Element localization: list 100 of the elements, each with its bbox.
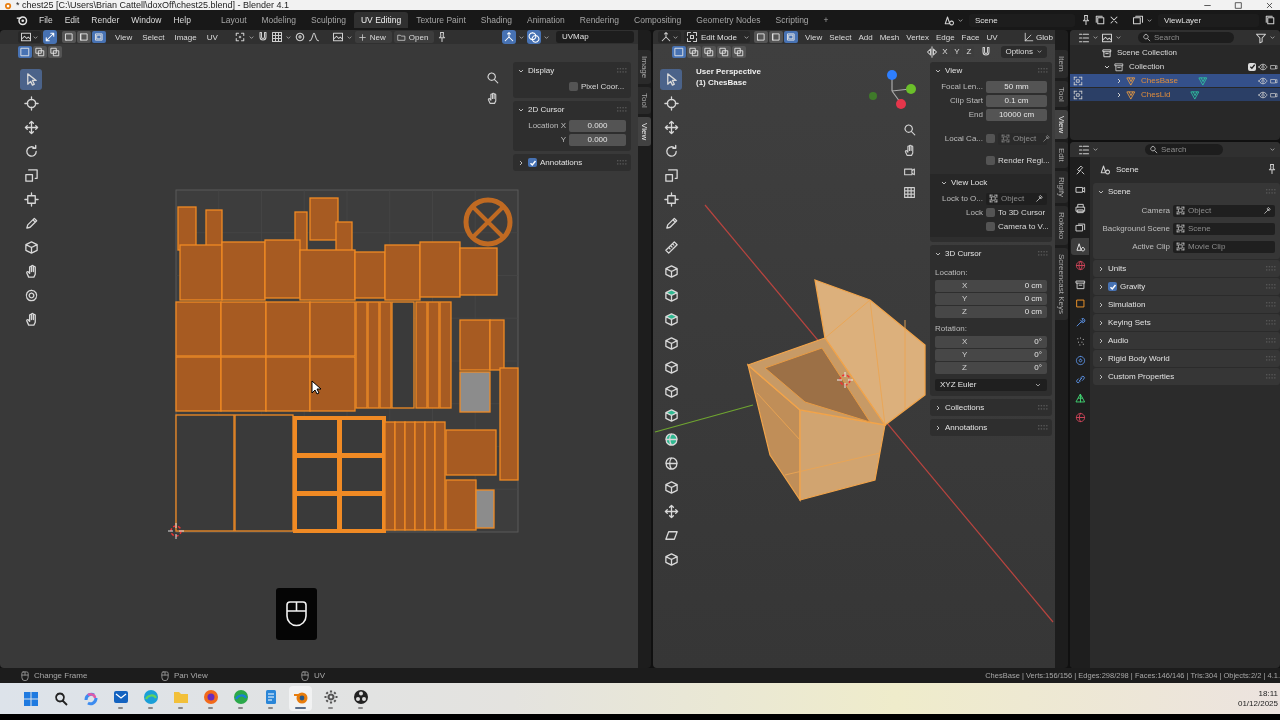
zoom-icon[interactable] <box>903 123 916 136</box>
drag-handle-icon[interactable] <box>617 107 627 112</box>
number-field[interactable]: 10000 cm <box>986 108 1047 121</box>
object-field[interactable]: Movie Clip <box>1173 240 1275 253</box>
number-field[interactable]: Y 0 cm <box>935 293 1047 305</box>
sidebar-tab[interactable]: Screencast Keys <box>1055 248 1068 321</box>
panel-title[interactable]: Simulation <box>1108 300 1146 309</box>
new-image-button[interactable]: New <box>354 31 392 43</box>
panel-title[interactable]: View <box>945 66 963 75</box>
mail-icon[interactable] <box>112 688 129 705</box>
drag-handle-icon[interactable] <box>1266 338 1276 343</box>
menu-item[interactable]: UV <box>202 31 222 43</box>
mirror-icon[interactable] <box>926 45 939 58</box>
menu-item[interactable]: Face <box>958 31 983 43</box>
settings-icon[interactable] <box>322 688 339 705</box>
chevron-right-icon[interactable] <box>934 403 942 412</box>
magnet-icon[interactable] <box>980 45 993 58</box>
menu-item[interactable]: Edge <box>932 31 958 43</box>
panel-title[interactable]: Rigid Body World <box>1108 354 1170 363</box>
panel-title[interactable]: Audio <box>1108 336 1129 345</box>
menu-item[interactable]: View <box>111 31 137 43</box>
drag-handle-icon[interactable] <box>1266 284 1276 289</box>
checkbox[interactable] <box>528 158 537 167</box>
camera-icon[interactable] <box>903 165 916 178</box>
sidebar-tab[interactable]: Rokoko <box>1055 206 1068 246</box>
workspace-tab[interactable]: Sculpting <box>304 12 353 28</box>
workspace-tab[interactable]: Shading <box>473 12 519 28</box>
sidebar-tab[interactable]: View <box>1055 110 1068 140</box>
drag-handle-icon[interactable] <box>1038 68 1048 73</box>
checkbox[interactable] <box>986 222 995 231</box>
sidebar-tab[interactable]: View <box>638 116 651 147</box>
panel-title[interactable]: View Lock <box>951 178 988 187</box>
drag-handle-icon[interactable] <box>617 68 627 73</box>
outliner-row[interactable]: Collection <box>1070 60 1280 73</box>
workspace-tab[interactable]: Animation <box>519 12 572 28</box>
mode-dropdown[interactable]: Edit Mode <box>684 31 750 43</box>
tool-button[interactable] <box>20 69 42 90</box>
eye-icon[interactable] <box>1258 61 1268 72</box>
image-icon[interactable] <box>1101 31 1113 44</box>
box-mode-button[interactable] <box>48 45 62 58</box>
options-dropdown[interactable]: Options <box>1001 45 1047 58</box>
menu-item[interactable]: Help <box>168 12 196 28</box>
menu-item[interactable]: Edit <box>59 12 85 28</box>
number-field[interactable]: X 0° <box>935 336 1047 348</box>
eye-icon[interactable] <box>1258 89 1268 100</box>
zoom-icon[interactable] <box>486 71 499 84</box>
axis-toggle[interactable]: Z <box>963 46 975 57</box>
number-field[interactable]: 0.000 <box>569 133 626 146</box>
number-field[interactable]: Z 0 cm <box>935 306 1047 318</box>
select-mode-button[interactable] <box>784 31 798 43</box>
menu-item[interactable]: Vertex <box>903 31 932 43</box>
close-icon[interactable] <box>1265 0 1274 10</box>
bell-curve-icon[interactable] <box>307 31 320 43</box>
stacked-rectangles-icon[interactable] <box>1132 14 1144 26</box>
workspace-tab[interactable]: Modeling <box>254 12 303 28</box>
menu-item[interactable]: Mesh <box>876 31 903 43</box>
object-field[interactable]: Object <box>986 192 1047 205</box>
menu-item[interactable]: Window <box>126 12 167 28</box>
properties-tab[interactable] <box>1071 238 1089 255</box>
drag-handle-icon[interactable] <box>1266 356 1276 361</box>
chevron-right-icon[interactable] <box>1097 336 1105 345</box>
chevron-right-icon[interactable] <box>1097 372 1105 381</box>
search-field[interactable]: Search <box>1145 144 1223 155</box>
panel-title[interactable]: Units <box>1108 264 1127 273</box>
checkbox[interactable] <box>1108 282 1117 291</box>
scene-name-field[interactable]: Scene <box>969 13 1075 27</box>
select-mode-button[interactable] <box>92 31 106 43</box>
pin-icon[interactable] <box>1080 14 1092 26</box>
grid-icon[interactable] <box>270 31 283 43</box>
two-circles-icon[interactable] <box>527 30 541 44</box>
workspace-tab[interactable]: UV Editing <box>353 12 409 28</box>
checkbox[interactable] <box>1248 62 1256 71</box>
box-mode-button[interactable] <box>702 45 716 58</box>
eyedropper-icon[interactable] <box>1263 206 1272 215</box>
box-mode-button[interactable] <box>18 45 32 58</box>
number-field[interactable]: Y 0° <box>935 349 1047 361</box>
sidebar-tab[interactable]: Image <box>638 50 651 85</box>
workspace-tab[interactable]: Texture Paint <box>409 12 473 28</box>
select-mode-button[interactable] <box>769 31 783 43</box>
search-field[interactable]: Search <box>1138 32 1234 43</box>
circle-dots-icon[interactable] <box>352 688 369 705</box>
box-mode-button[interactable] <box>687 45 701 58</box>
panel-title[interactable]: Gravity <box>1120 282 1146 291</box>
menu-item[interactable]: Image <box>170 31 201 43</box>
image-icon[interactable] <box>331 31 344 43</box>
triangle-mesh-icon[interactable] <box>1197 75 1208 86</box>
filter-icon[interactable] <box>1255 31 1267 44</box>
drag-handle-icon[interactable] <box>1038 251 1048 256</box>
chevron-right-icon[interactable] <box>934 423 942 432</box>
number-field[interactable]: 50 mm <box>986 80 1047 93</box>
axis-toggle[interactable]: Y <box>951 46 963 57</box>
sidebar-tab[interactable]: Edit <box>1055 142 1068 169</box>
pin-icon[interactable] <box>1266 163 1278 175</box>
number-field[interactable]: Z 0° <box>935 362 1047 374</box>
browser-icon[interactable] <box>232 688 249 705</box>
panel-title[interactable]: 3D Cursor <box>945 249 982 258</box>
orientation-dropdown[interactable]: Glob <box>1024 31 1053 43</box>
drag-handle-icon[interactable] <box>1266 266 1276 271</box>
hand-icon[interactable] <box>486 92 499 105</box>
dropdown[interactable]: XYZ Euler <box>935 379 1047 391</box>
